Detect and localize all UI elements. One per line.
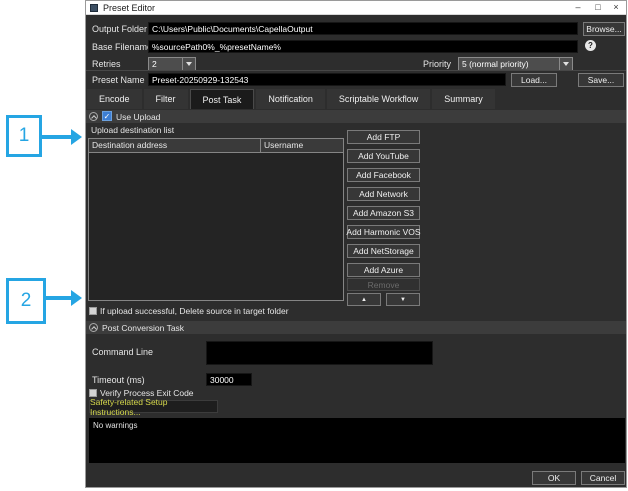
callout-1-arrow	[42, 135, 71, 139]
callout-1: 1	[6, 115, 42, 157]
command-line-input[interactable]	[206, 341, 433, 365]
callout-2-arrowhead-icon	[71, 290, 82, 306]
save-button[interactable]: Save...	[578, 73, 624, 87]
retries-value: 2	[152, 59, 157, 69]
add-youtube-button[interactable]: Add YouTube	[347, 149, 420, 163]
tab-filter[interactable]: Filter	[143, 89, 188, 109]
add-amazon-s3-button[interactable]: Add Amazon S3	[347, 206, 420, 220]
output-folder-label: Output Folder	[92, 24, 148, 34]
priority-label: Priority	[423, 59, 452, 69]
maximize-icon[interactable]: □	[590, 1, 606, 14]
warnings-text: No warnings	[93, 421, 138, 430]
move-down-button[interactable]: ▼	[386, 293, 420, 306]
help-icon[interactable]: ?	[585, 40, 596, 51]
screenshot-page: 1 2 Preset Editor – □ × Output Folder Br…	[0, 0, 628, 491]
tab-notification[interactable]: Notification	[256, 89, 325, 109]
table-body-empty[interactable]	[89, 153, 343, 301]
timeout-input[interactable]	[206, 373, 252, 386]
add-netstorage-button[interactable]: Add NetStorage	[347, 244, 420, 258]
callout-2: 2	[6, 278, 46, 324]
post-conversion-label: Post Conversion Task	[102, 323, 185, 333]
close-icon[interactable]: ×	[608, 1, 624, 14]
use-upload-checkbox[interactable]: ✓	[102, 111, 112, 121]
safety-instructions-button[interactable]: Safety-related Setup Instructions...	[89, 397, 218, 417]
add-azure-button[interactable]: Add Azure	[347, 263, 420, 277]
delete-source-label: If upload successful, Delete source in t…	[100, 306, 289, 316]
add-ftp-button[interactable]: Add FTP	[347, 130, 420, 144]
divider	[86, 70, 626, 71]
priority-value: 5 (normal priority)	[462, 59, 529, 69]
add-network-button[interactable]: Add Network	[347, 187, 420, 201]
tab-summary[interactable]: Summary	[432, 89, 495, 109]
preset-name-input[interactable]	[148, 73, 506, 86]
timeout-label: Timeout (ms)	[92, 375, 145, 385]
cancel-button[interactable]: Cancel	[581, 471, 625, 485]
tab-scriptable-workflow[interactable]: Scriptable Workflow	[326, 89, 431, 109]
browse-button[interactable]: Browse...	[583, 22, 625, 36]
use-upload-section-bar	[86, 110, 626, 123]
titlebar[interactable]: Preset Editor – □ ×	[86, 1, 626, 15]
callout-1-arrowhead-icon	[71, 129, 82, 145]
warnings-box: No warnings	[89, 418, 625, 463]
window-title: Preset Editor	[103, 3, 156, 13]
callout-1-number: 1	[18, 125, 30, 146]
priority-dropdown[interactable]: 5 (normal priority)	[458, 57, 573, 71]
remove-button[interactable]: Remove	[347, 278, 420, 291]
dropdown-arrow-icon	[559, 58, 572, 70]
app-icon	[90, 4, 98, 12]
collapse-chevron-icon[interactable]	[89, 112, 98, 121]
ok-button[interactable]: OK	[532, 471, 576, 485]
add-harmonic-vos-button[interactable]: Add Harmonic VOS	[346, 225, 421, 239]
retries-dropdown[interactable]: 2	[148, 57, 196, 71]
base-filename-input[interactable]	[148, 40, 578, 53]
callout-2-arrow	[46, 296, 71, 300]
retries-label: Retries	[92, 59, 121, 69]
tab-encode[interactable]: Encode	[87, 89, 142, 109]
preset-editor-window: Preset Editor – □ × Output Folder Browse…	[85, 0, 627, 488]
minimize-icon[interactable]: –	[570, 1, 586, 14]
add-facebook-button[interactable]: Add Facebook	[347, 168, 420, 182]
command-line-label: Command Line	[92, 347, 154, 357]
column-destination-address[interactable]: Destination address	[89, 139, 261, 152]
load-button[interactable]: Load...	[511, 73, 557, 87]
delete-source-checkbox[interactable]	[89, 307, 97, 315]
dropdown-arrow-icon	[182, 58, 195, 70]
move-up-button[interactable]: ▲	[347, 293, 381, 306]
upload-destination-list-label: Upload destination list	[91, 125, 175, 135]
preset-name-label: Preset Name	[92, 75, 145, 85]
table-header: Destination address Username	[89, 139, 343, 153]
collapse-chevron-icon[interactable]	[89, 323, 98, 332]
use-upload-label: Use Upload	[116, 112, 161, 122]
tab-bar: Encode Filter Post Task Notification Scr…	[87, 89, 495, 109]
base-filename-label: Base Filename	[92, 42, 153, 52]
tab-post-task[interactable]: Post Task	[189, 89, 255, 109]
column-username[interactable]: Username	[261, 139, 343, 152]
callout-2-number: 2	[20, 290, 32, 311]
output-folder-input[interactable]	[148, 22, 578, 35]
upload-destination-table: Destination address Username	[88, 138, 344, 301]
